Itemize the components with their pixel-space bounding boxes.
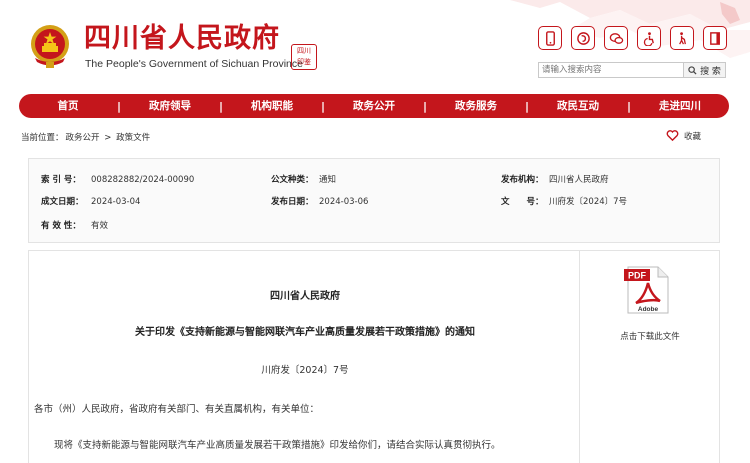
breadcrumb-separator: > <box>104 133 112 143</box>
wechat-icon[interactable] <box>604 26 628 50</box>
favorite-button[interactable]: 收藏 <box>666 129 701 142</box>
meta-validity: 有 效 性： 有效 <box>41 221 109 231</box>
search-icon <box>688 65 697 75</box>
site-subtitle: The People's Government of Sichuan Provi… <box>85 58 303 70</box>
meta-doc-number: 文 号： 川府发〔2024〕7号 <box>501 197 628 207</box>
doc-title: 关于印发《支持新能源与智能网联汽车产业高质量发展若干政策措施》的通知 <box>135 327 475 338</box>
national-emblem-icon <box>31 25 69 68</box>
mobile-icon[interactable] <box>538 26 562 50</box>
breadcrumb-link-policy-docs[interactable]: 政策文件 <box>116 133 150 143</box>
nav-item-interaction[interactable]: 政民互动 <box>529 94 627 118</box>
seal-stamp-icon: 四川 印鉴 <box>291 44 317 70</box>
heart-icon <box>666 130 679 142</box>
doc-number: 川府发〔2024〕7号 <box>261 365 349 376</box>
document-content: 四川省人民政府 关于印发《支持新能源与智能网联汽车产业高质量发展若干政策措施》的… <box>28 250 580 463</box>
svg-text:PDF: PDF <box>628 271 647 281</box>
site-header: 四川省人民政府 The People's Government of Sichu… <box>0 0 750 92</box>
accessibility-icon[interactable] <box>637 26 661 50</box>
meta-category: 公文种类： 通知 <box>271 175 337 185</box>
download-panel: PDF Adobe 点击下载此文件 <box>580 250 720 463</box>
weibo-icon[interactable] <box>571 26 595 50</box>
doc-issuer: 四川省人民政府 <box>270 291 340 302</box>
breadcrumb-link-public-affairs[interactable]: 政务公开 <box>66 133 100 143</box>
meta-published-date: 发布日期： 2024-03-06 <box>271 197 369 207</box>
doc-salutation: 各市（州）人民政府，省政府有关部门、有关直属机构，有关单位： <box>34 404 320 415</box>
download-file-link[interactable]: 点击下载此文件 <box>580 330 720 342</box>
breadcrumb: 当前位置： 政务公开 > 政策文件 <box>21 131 152 143</box>
meta-publisher: 发布机构： 四川省人民政府 <box>501 175 609 185</box>
meta-index: 索 引 号： 008282882/2024-00090 <box>41 175 195 185</box>
pdf-file-icon[interactable]: PDF Adobe <box>624 265 672 315</box>
search-button[interactable]: 搜 索 <box>684 62 726 78</box>
doc-body-paragraph: 现将《支持新能源与智能网联汽车产业高质量发展若干政策措施》印发给你们，请结合实际… <box>54 440 501 451</box>
elderly-icon[interactable] <box>670 26 694 50</box>
document-metadata: 索 引 号： 008282882/2024-00090 公文种类： 通知 发布机构：… <box>28 158 720 243</box>
search-input[interactable] <box>538 62 684 78</box>
exit-icon[interactable] <box>703 26 727 50</box>
meta-created-date: 成文日期： 2024-03-04 <box>41 197 141 207</box>
nav-item-functions[interactable]: 机构职能 <box>223 94 321 118</box>
nav-item-public-affairs[interactable]: 政务公开 <box>325 94 423 118</box>
main-nav: 首页 | 政府领导 | 机构职能 | 政务公开 | 政务服务 | 政民互动 | … <box>19 94 729 118</box>
site-title: 四川省人民政府 <box>84 23 280 54</box>
quick-access-icons <box>538 26 728 50</box>
nav-item-leaders[interactable]: 政府领导 <box>121 94 219 118</box>
nav-item-about-sichuan[interactable]: 走进四川 <box>631 94 729 118</box>
nav-item-home[interactable]: 首页 <box>19 94 117 118</box>
nav-item-services[interactable]: 政务服务 <box>427 94 525 118</box>
breadcrumb-prefix: 当前位置： <box>21 133 64 143</box>
svg-text:Adobe: Adobe <box>638 306 659 313</box>
